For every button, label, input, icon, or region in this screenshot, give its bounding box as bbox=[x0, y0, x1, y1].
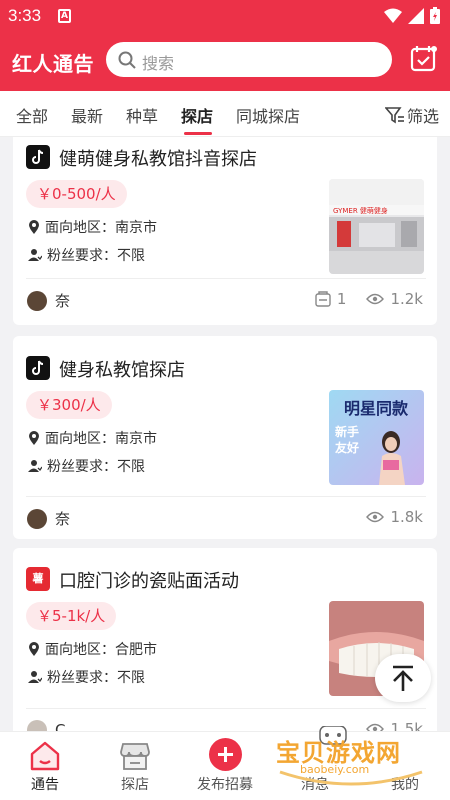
view-count: 1.2k bbox=[390, 290, 423, 308]
app-title: 红人通告 bbox=[12, 52, 94, 76]
region-value: 南京市 bbox=[115, 431, 157, 447]
eye-icon bbox=[366, 511, 385, 523]
task-card[interactable]: 健身私教馆探店 ￥300/人 面向地区： 南京市 粉丝要求： 不限 明星同款 新手 bbox=[13, 336, 437, 539]
plus-icon bbox=[209, 738, 242, 771]
avatar bbox=[27, 290, 47, 311]
card-divider bbox=[26, 496, 426, 497]
thumb-caption: GYMER 健萌健身 bbox=[333, 206, 388, 215]
card-thumbnail: 明星同款 新手 友好 bbox=[329, 390, 424, 485]
wifi-icon bbox=[384, 8, 402, 23]
calendar-check-icon[interactable] bbox=[410, 44, 438, 74]
tiktok-icon bbox=[26, 356, 50, 380]
author-name: 奈 bbox=[55, 510, 71, 528]
app-bar: 红人通告 搜索 bbox=[0, 32, 450, 91]
arrow-up-icon bbox=[393, 665, 413, 691]
region-label: 面向地区： bbox=[45, 642, 115, 658]
card-title: 口腔门诊的瓷贴面活动 bbox=[59, 571, 239, 592]
filter-label: 筛选 bbox=[407, 107, 440, 126]
status-bar: 3:33 A bbox=[0, 0, 450, 32]
price-tag: ￥5-1k/人 bbox=[26, 602, 117, 630]
price-tag: ￥300/人 bbox=[26, 391, 112, 419]
thumb-sub2: 友好 bbox=[334, 440, 359, 455]
card-divider bbox=[26, 278, 426, 279]
avatar bbox=[27, 720, 47, 731]
back-to-top-button[interactable] bbox=[375, 654, 431, 702]
region-row: 面向地区： 南京市 bbox=[28, 428, 157, 448]
user-icon bbox=[28, 249, 42, 261]
tab-store-visit[interactable]: 探店 bbox=[181, 103, 213, 127]
region-label: 面向地区： bbox=[45, 431, 115, 447]
author-name: C bbox=[55, 721, 66, 731]
location-pin-icon bbox=[29, 642, 39, 656]
search-icon bbox=[118, 51, 136, 69]
notice-icon bbox=[30, 741, 60, 771]
thumb-sub1: 新手 bbox=[335, 424, 359, 439]
card-thumbnail: GYMER 健萌健身 bbox=[329, 179, 424, 274]
nav-label: 探店 bbox=[121, 777, 149, 793]
location-pin-icon bbox=[29, 431, 39, 445]
view-count: 1.8k bbox=[390, 508, 423, 526]
category-tabs: 全部 最新 种草 探店 同城探店 筛选 bbox=[0, 91, 450, 137]
eye-icon bbox=[366, 293, 385, 305]
fans-row: 粉丝要求： 不限 bbox=[28, 245, 145, 265]
price-tag: ￥0-500/人 bbox=[26, 180, 127, 208]
task-feed: 健萌健身私教馆抖音探店 ￥0-500/人 面向地区： 南京市 粉丝要求： 不限 GY… bbox=[0, 137, 450, 731]
fans-value: 不限 bbox=[117, 670, 145, 686]
location-pin-icon bbox=[29, 220, 39, 234]
battery-icon bbox=[430, 7, 440, 24]
tab-latest[interactable]: 最新 bbox=[71, 103, 103, 127]
apply-count: 1 bbox=[336, 290, 347, 308]
nav-label: 通告 bbox=[31, 777, 59, 793]
card-divider bbox=[26, 708, 426, 709]
task-card[interactable]: 薯 口腔门诊的瓷贴面活动 ￥5-1k/人 面向地区：合肥市 粉丝要求：不限 bbox=[13, 548, 437, 731]
region-value: 合肥市 bbox=[115, 642, 157, 658]
tab-grass[interactable]: 种草 bbox=[126, 103, 158, 127]
thumb-headline: 明星同款 bbox=[344, 399, 409, 418]
store-icon bbox=[120, 743, 150, 770]
fans-row: 粉丝要求： 不限 bbox=[28, 667, 145, 687]
nav-notice[interactable]: 通告 bbox=[0, 732, 90, 800]
card-author: C bbox=[27, 720, 65, 731]
card-stats: 1.8k bbox=[366, 508, 423, 526]
apply-icon bbox=[315, 291, 331, 307]
system-icons bbox=[384, 7, 440, 24]
search-input[interactable]: 搜索 bbox=[106, 42, 392, 77]
user-icon bbox=[28, 460, 42, 472]
card-title: 健身私教馆探店 bbox=[59, 360, 185, 381]
card-title: 健萌健身私教馆抖音探店 bbox=[59, 149, 257, 170]
fans-row: 粉丝要求： 不限 bbox=[28, 456, 145, 476]
author-name: 奈 bbox=[55, 292, 71, 310]
card-author: 奈 bbox=[27, 290, 70, 311]
fans-value: 不限 bbox=[117, 248, 145, 264]
nav-publish[interactable]: 发布招募 bbox=[180, 732, 270, 800]
watermark-url: baobeiy.com bbox=[300, 763, 370, 776]
fans-label: 粉丝要求： bbox=[47, 670, 117, 686]
fans-label: 粉丝要求： bbox=[47, 248, 117, 264]
card-author: 奈 bbox=[27, 508, 70, 529]
user-icon bbox=[28, 671, 42, 683]
region-row: 面向地区： 南京市 bbox=[28, 217, 157, 237]
fans-value: 不限 bbox=[117, 459, 145, 475]
region-row: 面向地区： 合肥市 bbox=[28, 639, 157, 659]
avatar bbox=[27, 508, 47, 529]
task-card[interactable]: 健萌健身私教馆抖音探店 ￥0-500/人 面向地区： 南京市 粉丝要求： 不限 GY… bbox=[13, 137, 437, 325]
nav-label: 发布招募 bbox=[197, 777, 253, 793]
active-tab-indicator bbox=[184, 132, 212, 135]
a-icon: A bbox=[58, 9, 71, 23]
tab-local-store-visit[interactable]: 同城探店 bbox=[236, 103, 300, 127]
tab-all[interactable]: 全部 bbox=[16, 103, 48, 127]
fans-label: 粉丝要求： bbox=[47, 459, 117, 475]
signal-icon bbox=[408, 7, 424, 24]
filter-button[interactable]: 筛选 bbox=[385, 103, 439, 127]
status-time: 3:33 bbox=[8, 6, 42, 25]
region-value: 南京市 bbox=[115, 220, 157, 236]
card-stats: 1 1.2k bbox=[315, 290, 423, 308]
filter-icon bbox=[385, 107, 404, 124]
red-seal-icon: 薯 bbox=[26, 567, 50, 591]
region-label: 面向地区： bbox=[45, 220, 115, 236]
search-placeholder: 搜索 bbox=[142, 54, 175, 73]
app-header: 3:33 A 红人通告 搜索 bbox=[0, 0, 450, 91]
tiktok-icon bbox=[26, 145, 50, 169]
nav-store[interactable]: 探店 bbox=[90, 732, 180, 800]
